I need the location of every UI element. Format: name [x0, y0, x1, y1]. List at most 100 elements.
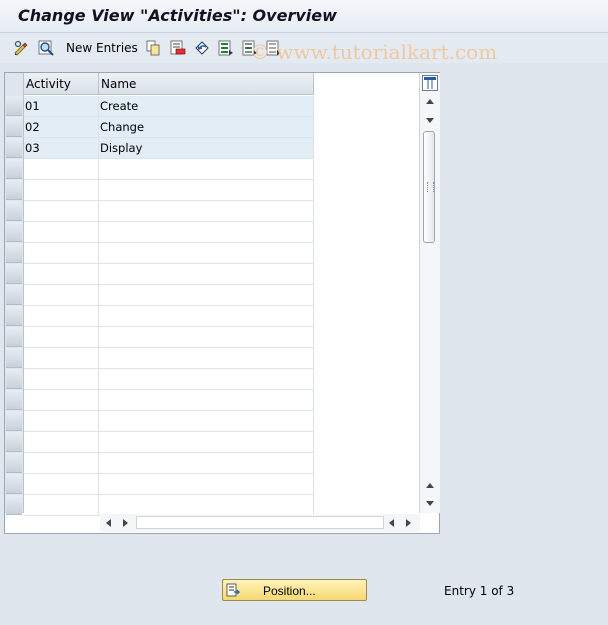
name-cell[interactable]: [99, 348, 314, 368]
activity-cell[interactable]: [24, 432, 99, 452]
table-row[interactable]: [24, 159, 314, 180]
name-cell[interactable]: [99, 411, 314, 431]
name-cell[interactable]: [99, 474, 314, 494]
name-cell[interactable]: Change: [99, 117, 314, 137]
table-row[interactable]: [24, 453, 314, 474]
activity-cell[interactable]: [24, 453, 99, 473]
row-selector[interactable]: [6, 348, 22, 368]
activity-cell[interactable]: [24, 222, 99, 242]
row-selector[interactable]: [6, 327, 22, 347]
name-cell[interactable]: [99, 222, 314, 242]
scroll-right-icon[interactable]: [123, 519, 128, 527]
name-cell[interactable]: Display: [99, 138, 314, 158]
copy-icon[interactable]: [145, 40, 161, 56]
name-cell[interactable]: [99, 264, 314, 284]
activity-cell[interactable]: [24, 348, 99, 368]
table-row[interactable]: [24, 411, 314, 432]
name-cell[interactable]: [99, 285, 314, 305]
scroll-page-down-icon[interactable]: [426, 501, 434, 506]
row-selector[interactable]: [6, 495, 22, 515]
row-selector[interactable]: [6, 306, 22, 326]
scroll-page-up-icon[interactable]: [426, 483, 434, 488]
scroll-far-right-icon[interactable]: [406, 519, 411, 527]
scroll-left-icon[interactable]: [106, 519, 111, 527]
activity-cell[interactable]: [24, 180, 99, 200]
table-row[interactable]: [24, 390, 314, 411]
activity-cell[interactable]: 03: [24, 138, 99, 158]
table-row[interactable]: [24, 495, 314, 516]
delete-icon[interactable]: [170, 40, 186, 56]
row-selector[interactable]: [6, 138, 22, 158]
table-row[interactable]: 02 Change: [24, 117, 314, 138]
name-cell[interactable]: [99, 390, 314, 410]
horizontal-scrollbar[interactable]: [100, 514, 420, 532]
table-row[interactable]: [24, 264, 314, 285]
row-selector[interactable]: [6, 201, 22, 221]
table-row[interactable]: [24, 306, 314, 327]
undo-icon[interactable]: [194, 40, 210, 56]
name-cell[interactable]: [99, 243, 314, 263]
activity-cell[interactable]: [24, 369, 99, 389]
activity-cell[interactable]: [24, 495, 99, 515]
activity-cell[interactable]: 02: [24, 117, 99, 137]
row-selector[interactable]: [6, 264, 22, 284]
column-config-icon[interactable]: [422, 75, 438, 91]
activity-cell[interactable]: [24, 327, 99, 347]
scroll-thumb[interactable]: [423, 131, 435, 243]
activity-cell[interactable]: [24, 390, 99, 410]
name-cell[interactable]: [99, 453, 314, 473]
name-cell[interactable]: [99, 432, 314, 452]
activity-cell[interactable]: [24, 264, 99, 284]
name-cell[interactable]: [99, 369, 314, 389]
row-selector[interactable]: [6, 369, 22, 389]
row-selector[interactable]: [6, 411, 22, 431]
row-selector[interactable]: [6, 285, 22, 305]
activity-cell[interactable]: 01: [24, 96, 99, 116]
scroll-up-icon[interactable]: [426, 99, 434, 104]
name-cell[interactable]: [99, 159, 314, 179]
table-row[interactable]: 01 Create: [24, 96, 314, 117]
name-cell[interactable]: Create: [99, 96, 314, 116]
row-selector[interactable]: [6, 159, 22, 179]
activity-cell[interactable]: [24, 243, 99, 263]
activity-cell[interactable]: [24, 159, 99, 179]
row-selector[interactable]: [6, 432, 22, 452]
table-row[interactable]: 03 Display: [24, 138, 314, 159]
activity-cell[interactable]: [24, 474, 99, 494]
position-button[interactable]: Position...: [222, 579, 367, 601]
column-header-activity[interactable]: Activity: [24, 73, 99, 95]
table-row[interactable]: [24, 243, 314, 264]
activity-cell[interactable]: [24, 201, 99, 221]
table-row[interactable]: [24, 348, 314, 369]
name-cell[interactable]: [99, 327, 314, 347]
row-selector[interactable]: [6, 390, 22, 410]
name-cell[interactable]: [99, 306, 314, 326]
vertical-scrollbar[interactable]: [419, 73, 440, 513]
table-row[interactable]: [24, 474, 314, 495]
table-row[interactable]: [24, 369, 314, 390]
name-cell[interactable]: [99, 201, 314, 221]
table-row[interactable]: [24, 180, 314, 201]
activity-cell[interactable]: [24, 285, 99, 305]
table-row[interactable]: [24, 285, 314, 306]
name-cell[interactable]: [99, 180, 314, 200]
name-cell[interactable]: [99, 495, 314, 515]
row-selector[interactable]: [6, 96, 22, 116]
table-row[interactable]: [24, 327, 314, 348]
scroll-down-icon[interactable]: [426, 118, 434, 123]
activity-cell[interactable]: [24, 411, 99, 431]
row-selector[interactable]: [6, 180, 22, 200]
row-selector[interactable]: [6, 474, 22, 494]
search-icon[interactable]: [38, 40, 54, 56]
new-entries-button[interactable]: New Entries: [66, 41, 138, 55]
row-selector[interactable]: [6, 243, 22, 263]
display-change-icon[interactable]: [13, 40, 29, 56]
table-row[interactable]: [24, 222, 314, 243]
row-selector[interactable]: [6, 117, 22, 137]
horizontal-scroll-track[interactable]: [136, 516, 384, 529]
row-selector[interactable]: [6, 222, 22, 242]
select-all-icon[interactable]: [218, 40, 234, 56]
table-row[interactable]: [24, 201, 314, 222]
table-row[interactable]: [24, 432, 314, 453]
column-header-name[interactable]: Name: [99, 73, 314, 95]
